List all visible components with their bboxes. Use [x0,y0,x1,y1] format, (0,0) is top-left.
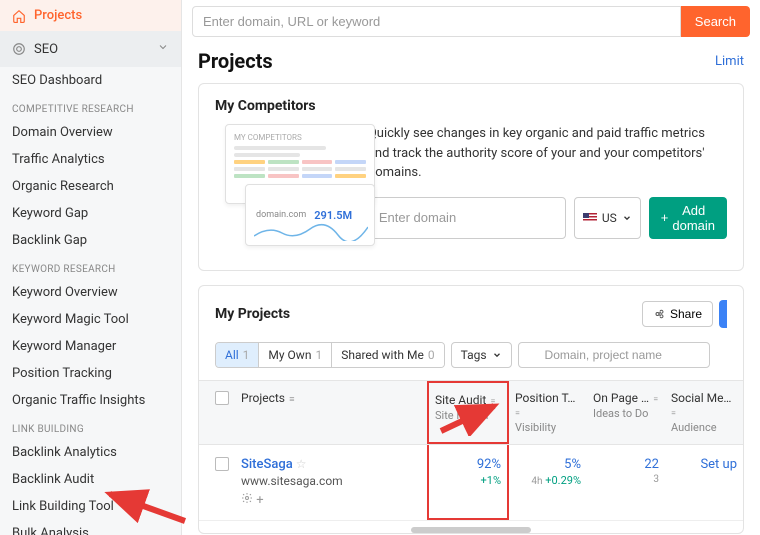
sidebar-group-keyword: KEYWORD RESEARCH [0,254,181,279]
chevron-down-icon [622,213,632,223]
col-projects[interactable]: Projects ≡ [241,391,419,405]
sidebar-header-label: Projects [34,8,82,23]
competitors-title: My Competitors [199,84,743,124]
sidebar-item-organic-traffic-insights[interactable]: Organic Traffic Insights [0,387,181,414]
add-domain-button[interactable]: + Add domain [649,197,727,239]
limit-link[interactable]: Limit [715,54,744,69]
sidebar-item-keyword-gap[interactable]: Keyword Gap [0,200,181,227]
sidebar-item-organic-research[interactable]: Organic Research [0,173,181,200]
select-all-checkbox[interactable] [215,391,229,405]
sidebar-group-link-building: LINK BUILDING [0,414,181,439]
project-search-input[interactable] [518,342,710,368]
sidebar: Projects SEO SEO Dashboard COMPETITIVE R… [0,0,182,535]
sidebar-item-backlink-audit[interactable]: Backlink Audit [0,466,181,493]
sidebar-item-position-tracking[interactable]: Position Tracking [0,360,181,387]
chevron-down-icon [157,41,169,57]
site-audit-value[interactable]: 92% [435,457,501,472]
global-search-button[interactable]: Search [681,6,750,37]
position-value[interactable]: 5% [515,457,581,472]
sidebar-item-link-building-tool[interactable]: Link Building Tool [0,493,181,520]
sidebar-item-backlink-gap[interactable]: Backlink Gap [0,227,181,254]
filter-my-own[interactable]: My Own 1 [259,343,332,367]
sidebar-section-label: SEO [34,42,58,57]
blue-edge [719,300,727,328]
sparkline-icon [254,221,368,241]
tags-select[interactable]: Tags [451,342,512,368]
project-domain: www.sitesaga.com [241,474,419,488]
ownership-filter: All 1 My Own 1 Shared with Me 0 [215,342,445,368]
main: Search Projects Limit My Competitors MY … [182,0,760,535]
sidebar-item-seo-dashboard[interactable]: SEO Dashboard [0,67,181,94]
filter-all[interactable]: All 1 [216,343,259,367]
sidebar-header-projects[interactable]: Projects [0,0,181,31]
flag-us-icon [583,213,597,223]
project-settings[interactable]: + [241,492,419,508]
sort-icon: = [651,395,658,405]
site-audit-delta: +1% [435,474,501,487]
projects-table: Projects ≡ Site Audit = Site Health Posi… [199,380,743,533]
sidebar-item-traffic-analytics[interactable]: Traffic Analytics [0,146,181,173]
sort-icon: = [488,397,495,407]
filter-shared[interactable]: Shared with Me 0 [332,343,443,367]
sidebar-item-bulk-analysis[interactable]: Bulk Analysis [0,520,181,535]
projects-title: My Projects [215,306,290,322]
row-checkbox[interactable] [215,457,229,471]
competitor-domain-input[interactable] [368,197,566,239]
project-link[interactable]: SiteSaga [241,457,293,472]
sidebar-item-keyword-manager[interactable]: Keyword Manager [0,333,181,360]
onpage-sub: 3 [593,474,659,485]
chevron-down-icon [492,350,502,360]
sort-icon: = [515,409,520,419]
gear-icon [241,492,253,504]
sidebar-item-domain-overview[interactable]: Domain Overview [0,119,181,146]
horizontal-scrollbar[interactable] [411,527,531,533]
share-icon [653,308,665,320]
table-header: Projects ≡ Site Audit = Site Health Posi… [199,380,743,445]
social-setup[interactable]: Set up [671,457,737,472]
sidebar-item-backlink-analytics[interactable]: Backlink Analytics [0,439,181,466]
star-icon[interactable]: ☆ [296,457,307,471]
topbar: Search [182,0,760,43]
onpage-value[interactable]: 22 [593,457,659,472]
plus-icon: + [661,210,669,225]
global-search-input[interactable] [192,6,681,37]
home-icon [12,9,26,23]
competitors-preview: MY COMPETITORS domain.com 291.5M [215,124,350,254]
competitors-description: Quickly see changes in key organic and p… [368,124,727,183]
target-icon [12,42,26,56]
plus-icon: + [256,493,263,508]
sidebar-group-competitive: COMPETITIVE RESEARCH [0,94,181,119]
sidebar-section-seo[interactable]: SEO [0,31,181,67]
sidebar-item-keyword-overview[interactable]: Keyword Overview [0,279,181,306]
sort-icon: ≡ [287,395,294,405]
sort-icon: = [671,409,676,419]
page-title: Projects [198,49,273,73]
country-select[interactable]: US [574,197,641,239]
share-button[interactable]: Share [642,301,713,327]
projects-card: My Projects Share All 1 My Own 1 Shared … [198,285,744,534]
table-row: SiteSaga☆ www.sitesaga.com + 92% +1% 5% … [199,445,743,521]
competitors-card: My Competitors MY COMPETITORS domain.com… [198,83,744,271]
sidebar-item-keyword-magic[interactable]: Keyword Magic Tool [0,306,181,333]
